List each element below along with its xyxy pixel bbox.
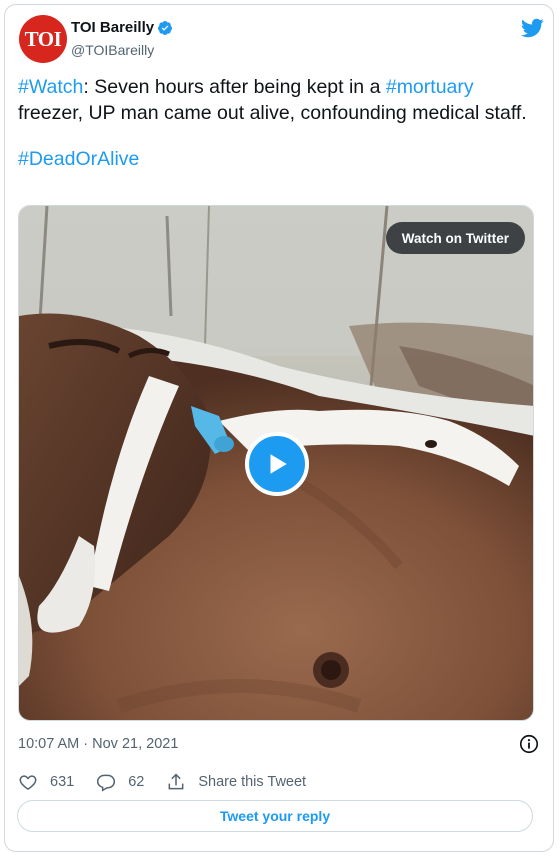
hashtag-deadoralive[interactable]: #DeadOrAlive [18,148,139,170]
tweet-text: #Watch: Seven hours after being kept in … [18,74,528,172]
twitter-bird-icon[interactable] [520,16,544,40]
tweet-text-part1: : Seven hours after being kept in a [83,76,386,98]
reply-action[interactable]: 62 [96,772,144,792]
share-icon [168,773,184,790]
account-handle[interactable]: @TOIBareilly [71,42,154,58]
verified-badge-icon [158,20,173,35]
tweet-body: #Watch: Seven hours after being kept in … [18,74,528,126]
like-action[interactable]: 631 [18,772,74,792]
avatar-logo-text: TOI [24,26,62,51]
share-label: Share this Tweet [198,774,307,790]
watch-on-twitter-button[interactable]: Watch on Twitter [385,222,525,254]
tweet-hashtag-line: #DeadOrAlive [18,146,528,172]
play-button[interactable] [245,432,309,496]
reply-icon [97,774,116,792]
account-name[interactable]: TOI Bareilly [71,19,154,36]
info-icon[interactable] [518,733,540,755]
tweet-text-part2: freezer, UP man came out alive, confound… [18,102,527,124]
share-action[interactable]: Share this Tweet [166,772,306,792]
heart-icon [19,775,37,790]
reply-count: 62 [128,774,145,790]
video-media[interactable]: Watch on Twitter [18,205,534,721]
avatar[interactable]: TOI [19,15,67,63]
like-count: 631 [50,774,75,790]
tweet-actions: 631 62 Share this Tweet [18,772,328,792]
hashtag-watch[interactable]: #Watch [18,76,83,98]
tweet-reply-button[interactable]: Tweet your reply [17,800,533,832]
hashtag-mortuary[interactable]: #mortuary [386,76,474,98]
tweet-timestamp[interactable]: 10:07 AM · Nov 21, 2021 [18,736,178,752]
play-icon [270,454,287,474]
account-name-row[interactable]: TOI Bareilly [71,19,173,36]
